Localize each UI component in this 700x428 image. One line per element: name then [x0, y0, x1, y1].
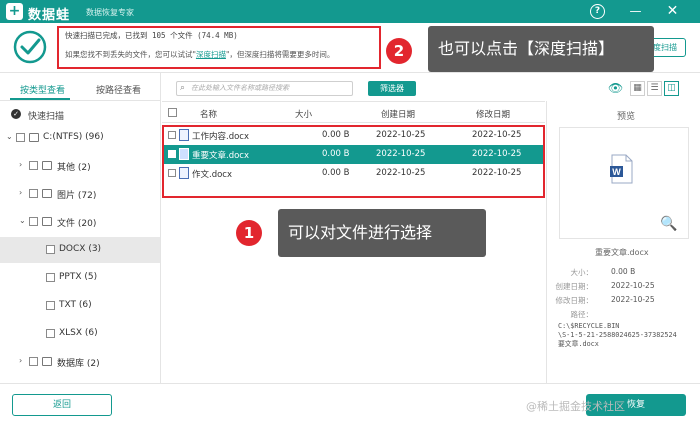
scan-info-highlight-box — [57, 26, 381, 69]
file-toolbar: 在此处输入文件名称或路径搜索 ⌕ 筛选器 👁 ▦ ☰ ◫ — [162, 73, 700, 101]
file-rows-highlight-box — [162, 125, 545, 198]
tree-checkbox[interactable] — [29, 217, 38, 226]
column-modified[interactable]: 修改日期 — [476, 108, 510, 120]
preview-size-label: 大小： — [570, 268, 594, 277]
document-icon — [42, 217, 52, 226]
path-line: 要文章.docx — [558, 340, 599, 348]
preview-box: W 🔍 — [559, 127, 689, 239]
bottom-bar: 返回 恢复 @稀土掘金技术社区 — [0, 383, 700, 428]
category-sidebar: 按类型查看 按路径查看 ✓ 快速扫描 ⌄ C:(NTFS) (96) › 其他 … — [0, 73, 161, 383]
view-mode-tabs: 按类型查看 按路径查看 — [0, 73, 161, 101]
tree-checkbox[interactable] — [16, 133, 25, 142]
tree-item-images[interactable]: › 图片 (72) — [0, 181, 160, 207]
tree-checkbox[interactable] — [46, 273, 55, 282]
preview-modified-label: 修改日期： — [555, 296, 594, 305]
preview-size-value: 0.00 B — [611, 267, 636, 276]
filter-button[interactable]: 筛选器 — [368, 81, 416, 96]
tree-item-label: PPTX (5) — [59, 272, 98, 282]
tree-item-label: 数据库 (2) — [57, 359, 100, 369]
tree-item-database[interactable]: › 数据库 (2) — [0, 349, 160, 375]
word-letter: W — [612, 167, 621, 177]
folder-icon — [42, 161, 52, 170]
callout-select-files: 可以对文件进行选择 — [278, 209, 486, 257]
image-icon — [42, 189, 52, 198]
file-table-header: 名称 大小 创建日期 修改日期 — [162, 101, 545, 123]
watermark: @稀土掘金技术社区 — [526, 400, 625, 413]
tree-item-documents[interactable]: ⌄ 文件 (20) — [0, 209, 160, 235]
tree-item-other[interactable]: › 其他 (2) — [0, 153, 160, 179]
scan-mode-check-icon: ✓ — [11, 109, 21, 119]
tab-by-type[interactable]: 按类型查看 — [20, 83, 65, 96]
preview-modified-value: 2022-10-25 — [611, 295, 655, 304]
tree-checkbox[interactable] — [46, 301, 55, 310]
column-size[interactable]: 大小 — [295, 108, 312, 120]
expand-arrow-icon[interactable]: › — [19, 188, 22, 197]
preview-path-label: 路径： — [570, 310, 594, 319]
tree-item-docx[interactable]: DOCX (3) — [0, 237, 160, 263]
select-all-checkbox[interactable] — [168, 108, 177, 117]
expand-arrow-icon[interactable]: › — [19, 160, 22, 169]
column-name[interactable]: 名称 — [200, 108, 217, 120]
scan-complete-icon — [13, 30, 47, 64]
tree-item-label: XLSX (6) — [59, 328, 98, 338]
tree-item-label: TXT (6) — [59, 300, 92, 310]
database-icon — [42, 357, 52, 366]
collapse-arrow-icon[interactable]: ⌄ — [19, 216, 26, 225]
close-icon[interactable]: ✕ — [665, 4, 680, 19]
scan-mode-label: 快速扫描 — [28, 112, 65, 122]
tree-checkbox[interactable] — [29, 161, 38, 170]
back-button[interactable]: 返回 — [12, 394, 112, 416]
tree-checkbox[interactable] — [29, 357, 38, 366]
word-file-icon: W — [610, 154, 633, 184]
preview-title: 预览 — [617, 112, 636, 122]
expand-arrow-icon[interactable]: › — [19, 356, 22, 365]
search-icon: ⌕ — [180, 83, 186, 93]
app-name: 数据蛙 — [28, 8, 71, 23]
tree-item-label: DOCX (3) — [59, 244, 102, 254]
tree-item-pptx[interactable]: PPTX (5) — [0, 265, 160, 291]
search-input[interactable]: 在此处输入文件名称或路径搜索 — [176, 81, 353, 96]
minimize-icon[interactable]: — — [628, 4, 643, 19]
callout-deep-scan: 也可以点击【深度扫描】 — [428, 26, 654, 72]
preview-file-name: 重要文章.docx — [595, 248, 649, 257]
tree-checkbox[interactable] — [46, 245, 55, 254]
drive-icon — [29, 133, 39, 142]
detail-view-icon[interactable]: ◫ — [664, 81, 679, 96]
callout-number-2: 2 — [386, 38, 412, 64]
grid-view-icon[interactable]: ▦ — [630, 81, 645, 96]
collapse-arrow-icon[interactable]: ⌄ — [6, 132, 13, 141]
preview-path-value: C:\$RECYCLE.BIN \S-1-5-21-2588024625-373… — [558, 322, 677, 349]
preview-created-label: 创建日期： — [555, 282, 594, 291]
tree-item-label: C:(NTFS) (96) — [43, 132, 104, 142]
tree-item-txt[interactable]: TXT (6) — [0, 293, 160, 319]
help-icon[interactable]: ? — [590, 4, 605, 19]
callout-number-1: 1 — [236, 220, 262, 246]
tab-by-path[interactable]: 按路径查看 — [96, 83, 141, 96]
tree-checkbox[interactable] — [29, 189, 38, 198]
path-line: \S-1-5-21-2588024625-37382524 — [558, 331, 677, 339]
preview-panel: 预览 W 🔍 重要文章.docx 大小： 0.00 B 创建日期： 2022-1… — [546, 101, 700, 383]
list-view-icon[interactable]: ☰ — [647, 81, 662, 96]
tree-item-xlsx[interactable]: XLSX (6) — [0, 321, 160, 347]
preview-created-value: 2022-10-25 — [611, 281, 655, 290]
tree-item-c-drive[interactable]: ⌄ C:(NTFS) (96) — [0, 125, 160, 151]
eye-icon[interactable]: 👁 — [608, 81, 623, 95]
tree-item-label: 其他 (2) — [57, 163, 91, 173]
app-logo-icon: + — [6, 3, 23, 20]
title-bar: + 数据蛙 数据恢复专家 ? — ✕ — [0, 0, 700, 23]
tree-item-label: 文件 (20) — [57, 219, 97, 229]
path-line: C:\$RECYCLE.BIN — [558, 322, 620, 330]
active-tab-indicator — [10, 98, 70, 100]
magnifier-icon[interactable]: 🔍 — [660, 216, 677, 232]
column-created[interactable]: 创建日期 — [381, 108, 415, 120]
app-subtitle: 数据恢复专家 — [86, 8, 134, 17]
tree-checkbox[interactable] — [46, 329, 55, 338]
tree-item-label: 图片 (72) — [57, 191, 97, 201]
